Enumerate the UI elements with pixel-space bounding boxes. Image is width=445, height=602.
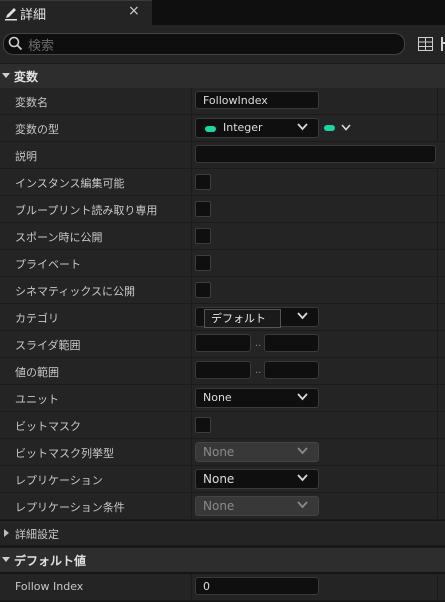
section-default-value[interactable]: デフォルト値	[0, 547, 445, 572]
value-range-max-field[interactable]	[264, 361, 319, 379]
property-label: スライダ範囲	[15, 339, 81, 352]
variable-name-field[interactable]: FollowIndex	[195, 91, 319, 109]
bitmask-enum-dropdown: None	[195, 442, 319, 462]
row-bitmask: ビットマスク	[0, 412, 445, 439]
container-pill-icon	[324, 125, 335, 131]
tab-title: 詳細	[20, 8, 47, 23]
section-title: デフォルト値	[14, 554, 87, 568]
row-value-range: 値の範囲 ..	[0, 358, 445, 385]
row-blueprint-read-only: ブループリント読み取り専用	[0, 196, 445, 223]
slider-range-max-field[interactable]	[264, 334, 319, 352]
replication-condition-dropdown: None	[195, 496, 319, 516]
property-label: シネマティックスに公開	[15, 285, 136, 298]
row-replication-condition: レプリケーション条件 None	[0, 493, 445, 520]
chevron-down-icon	[2, 557, 10, 562]
category-value[interactable]: デフォルト	[204, 309, 281, 328]
property-label: スポーン時に公開	[15, 231, 103, 244]
container-type-dropdown[interactable]	[323, 121, 355, 135]
pencil-icon	[5, 8, 17, 21]
row-units: ユニット None	[0, 385, 445, 412]
settings-icon[interactable]	[440, 37, 445, 51]
property-label: 変数の型	[15, 123, 59, 136]
range-separator: ..	[255, 365, 262, 376]
property-label: プライベート	[15, 258, 81, 271]
value-range-min-field[interactable]	[195, 361, 251, 379]
tab-details[interactable]: 詳細 ×	[0, 0, 152, 26]
variable-type-value: Integer	[223, 121, 263, 134]
row-expose-to-cinematics: シネマティックスに公開	[0, 277, 445, 304]
property-label: レプリケーション条件	[15, 501, 125, 514]
property-label: 値の範囲	[15, 366, 59, 379]
bitmask-enum-value: None	[203, 445, 235, 459]
row-private: プライベート	[0, 250, 445, 277]
property-label: カテゴリ	[15, 312, 59, 325]
table-view-icon[interactable]	[418, 37, 433, 51]
bitmask-checkbox[interactable]	[195, 417, 211, 433]
units-value: None	[203, 391, 232, 404]
row-replication: レプリケーション None	[0, 466, 445, 493]
chevron-down-icon	[2, 73, 10, 78]
chevron-down-icon	[297, 393, 308, 401]
replication-condition-value: None	[203, 499, 235, 513]
variable-type-dropdown[interactable]: Integer	[195, 118, 319, 138]
search-row: 検索	[0, 25, 445, 63]
property-label: ブループリント読み取り専用	[15, 204, 158, 217]
expose-on-spawn-checkbox[interactable]	[195, 228, 211, 244]
property-label: 変数名	[15, 96, 48, 109]
property-label: ユニット	[15, 393, 59, 406]
property-label: ビットマスク	[15, 420, 81, 433]
property-label: インスタンス編集可能	[15, 177, 125, 190]
chevron-down-icon	[341, 124, 351, 131]
expander-label: 詳細設定	[15, 528, 59, 541]
search-input[interactable]: 検索	[3, 33, 405, 55]
chevron-down-icon	[297, 501, 308, 509]
private-checkbox[interactable]	[195, 255, 211, 271]
chevron-down-icon	[297, 447, 308, 455]
type-pill-icon	[205, 126, 216, 132]
row-variable-name: 変数名 FollowIndex	[0, 88, 445, 115]
replication-value: None	[203, 472, 235, 486]
property-label: Follow Index	[15, 580, 84, 593]
chevron-down-icon	[297, 123, 308, 131]
units-dropdown[interactable]: None	[195, 388, 319, 408]
blueprint-read-only-checkbox[interactable]	[195, 201, 211, 217]
slider-range-min-field[interactable]	[195, 334, 251, 352]
chevron-down-icon	[297, 312, 308, 320]
chevron-down-icon	[297, 474, 308, 482]
instance-editable-checkbox[interactable]	[195, 174, 211, 190]
row-instance-editable: インスタンス編集可能	[0, 169, 445, 196]
expose-to-cinematics-checkbox[interactable]	[195, 282, 211, 298]
row-variable-type: 変数の型 Integer	[0, 115, 445, 142]
property-label: 説明	[15, 150, 37, 163]
row-bitmask-enum: ビットマスク列挙型 None	[0, 439, 445, 466]
row-slider-range: スライダ範囲 ..	[0, 331, 445, 358]
replication-dropdown[interactable]: None	[195, 469, 319, 489]
follow-index-field[interactable]: 0	[195, 577, 319, 595]
row-expose-on-spawn: スポーン時に公開	[0, 223, 445, 250]
property-label: レプリケーション	[15, 474, 103, 487]
chevron-right-icon	[4, 529, 9, 537]
description-field[interactable]	[195, 145, 436, 163]
search-placeholder: 検索	[28, 39, 55, 54]
row-description: 説明	[0, 142, 445, 169]
property-label: ビットマスク列挙型	[15, 447, 114, 460]
close-icon[interactable]: ×	[128, 3, 140, 19]
section-variables[interactable]: 変数	[0, 63, 445, 88]
section-title: 変数	[14, 70, 39, 84]
advanced-settings-expander[interactable]: 詳細設定	[0, 521, 445, 546]
range-separator: ..	[255, 338, 262, 349]
row-follow-index: Follow Index 0	[0, 574, 445, 601]
tab-bar: 詳細 ×	[0, 0, 445, 26]
search-icon	[8, 36, 23, 51]
